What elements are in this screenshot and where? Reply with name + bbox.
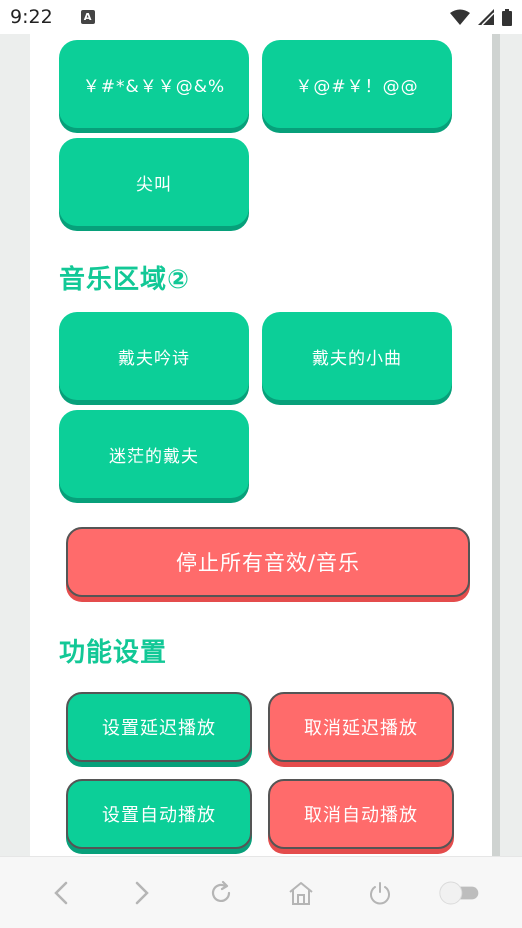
back-icon xyxy=(54,881,68,904)
music-button-label: 戴夫的小曲 xyxy=(312,348,402,369)
power-icon xyxy=(370,881,391,904)
main-content: ￥#*&￥￥@&% ￥@#￥！@@ 尖叫 音乐区域② 戴夫吟诗 戴夫的小曲 迷茫… xyxy=(30,34,492,856)
effect-button-1[interactable]: ￥#*&￥￥@&% xyxy=(59,40,249,128)
function-button-label: 取消自动播放 xyxy=(304,805,418,826)
function-section-title: 功能设置 xyxy=(59,638,168,668)
wifi-icon xyxy=(450,9,470,25)
notification-icon: A xyxy=(80,10,95,24)
battery-icon xyxy=(502,8,512,26)
effect-button-label: 尖叫 xyxy=(136,174,172,195)
status-icons xyxy=(450,8,512,26)
back-button[interactable] xyxy=(40,871,84,915)
status-bar: 9:22 A xyxy=(0,0,522,34)
function-button-label: 取消延迟播放 xyxy=(304,718,418,739)
music-button-label: 戴夫吟诗 xyxy=(118,348,190,369)
forward-button[interactable] xyxy=(119,871,163,915)
cellular-signal-icon xyxy=(478,9,494,25)
home-button[interactable] xyxy=(279,871,323,915)
scrollbar-track[interactable] xyxy=(492,34,500,856)
music-button-1[interactable]: 戴夫吟诗 xyxy=(59,312,249,400)
status-time: 9:22 xyxy=(10,6,53,28)
function-button-label: 设置延迟播放 xyxy=(102,718,216,739)
set-auto-play-button[interactable]: 设置自动播放 xyxy=(66,779,252,849)
music-button-2[interactable]: 戴夫的小曲 xyxy=(262,312,452,400)
home-icon xyxy=(289,881,313,905)
stop-all-button[interactable]: 停止所有音效/音乐 xyxy=(66,527,470,597)
function-button-label: 设置自动播放 xyxy=(102,805,216,826)
effect-button-2[interactable]: ￥@#￥！@@ xyxy=(262,40,452,128)
music-button-label: 迷茫的戴夫 xyxy=(109,446,199,467)
cancel-auto-play-button[interactable]: 取消自动播放 xyxy=(268,779,454,849)
effect-button-scream[interactable]: 尖叫 xyxy=(59,138,249,226)
music-section-title: 音乐区域② xyxy=(59,265,191,295)
page-left-margin xyxy=(0,34,30,856)
refresh-button[interactable] xyxy=(199,871,243,915)
toggle-icon xyxy=(439,881,479,904)
set-delay-play-button[interactable]: 设置延迟播放 xyxy=(66,692,252,762)
refresh-icon xyxy=(212,880,231,902)
toggle-switch[interactable] xyxy=(438,871,482,915)
forward-icon xyxy=(136,881,150,904)
effect-button-label: ￥@#￥！@@ xyxy=(295,76,419,97)
power-button[interactable] xyxy=(358,871,402,915)
cancel-delay-play-button[interactable]: 取消延迟播放 xyxy=(268,692,454,762)
stop-all-label: 停止所有音效/音乐 xyxy=(175,551,361,575)
effect-button-label: ￥#*&￥￥@&% xyxy=(82,76,226,97)
page-right-margin xyxy=(492,34,522,856)
music-button-3[interactable]: 迷茫的戴夫 xyxy=(59,410,249,498)
bottom-nav-bar xyxy=(0,856,522,928)
